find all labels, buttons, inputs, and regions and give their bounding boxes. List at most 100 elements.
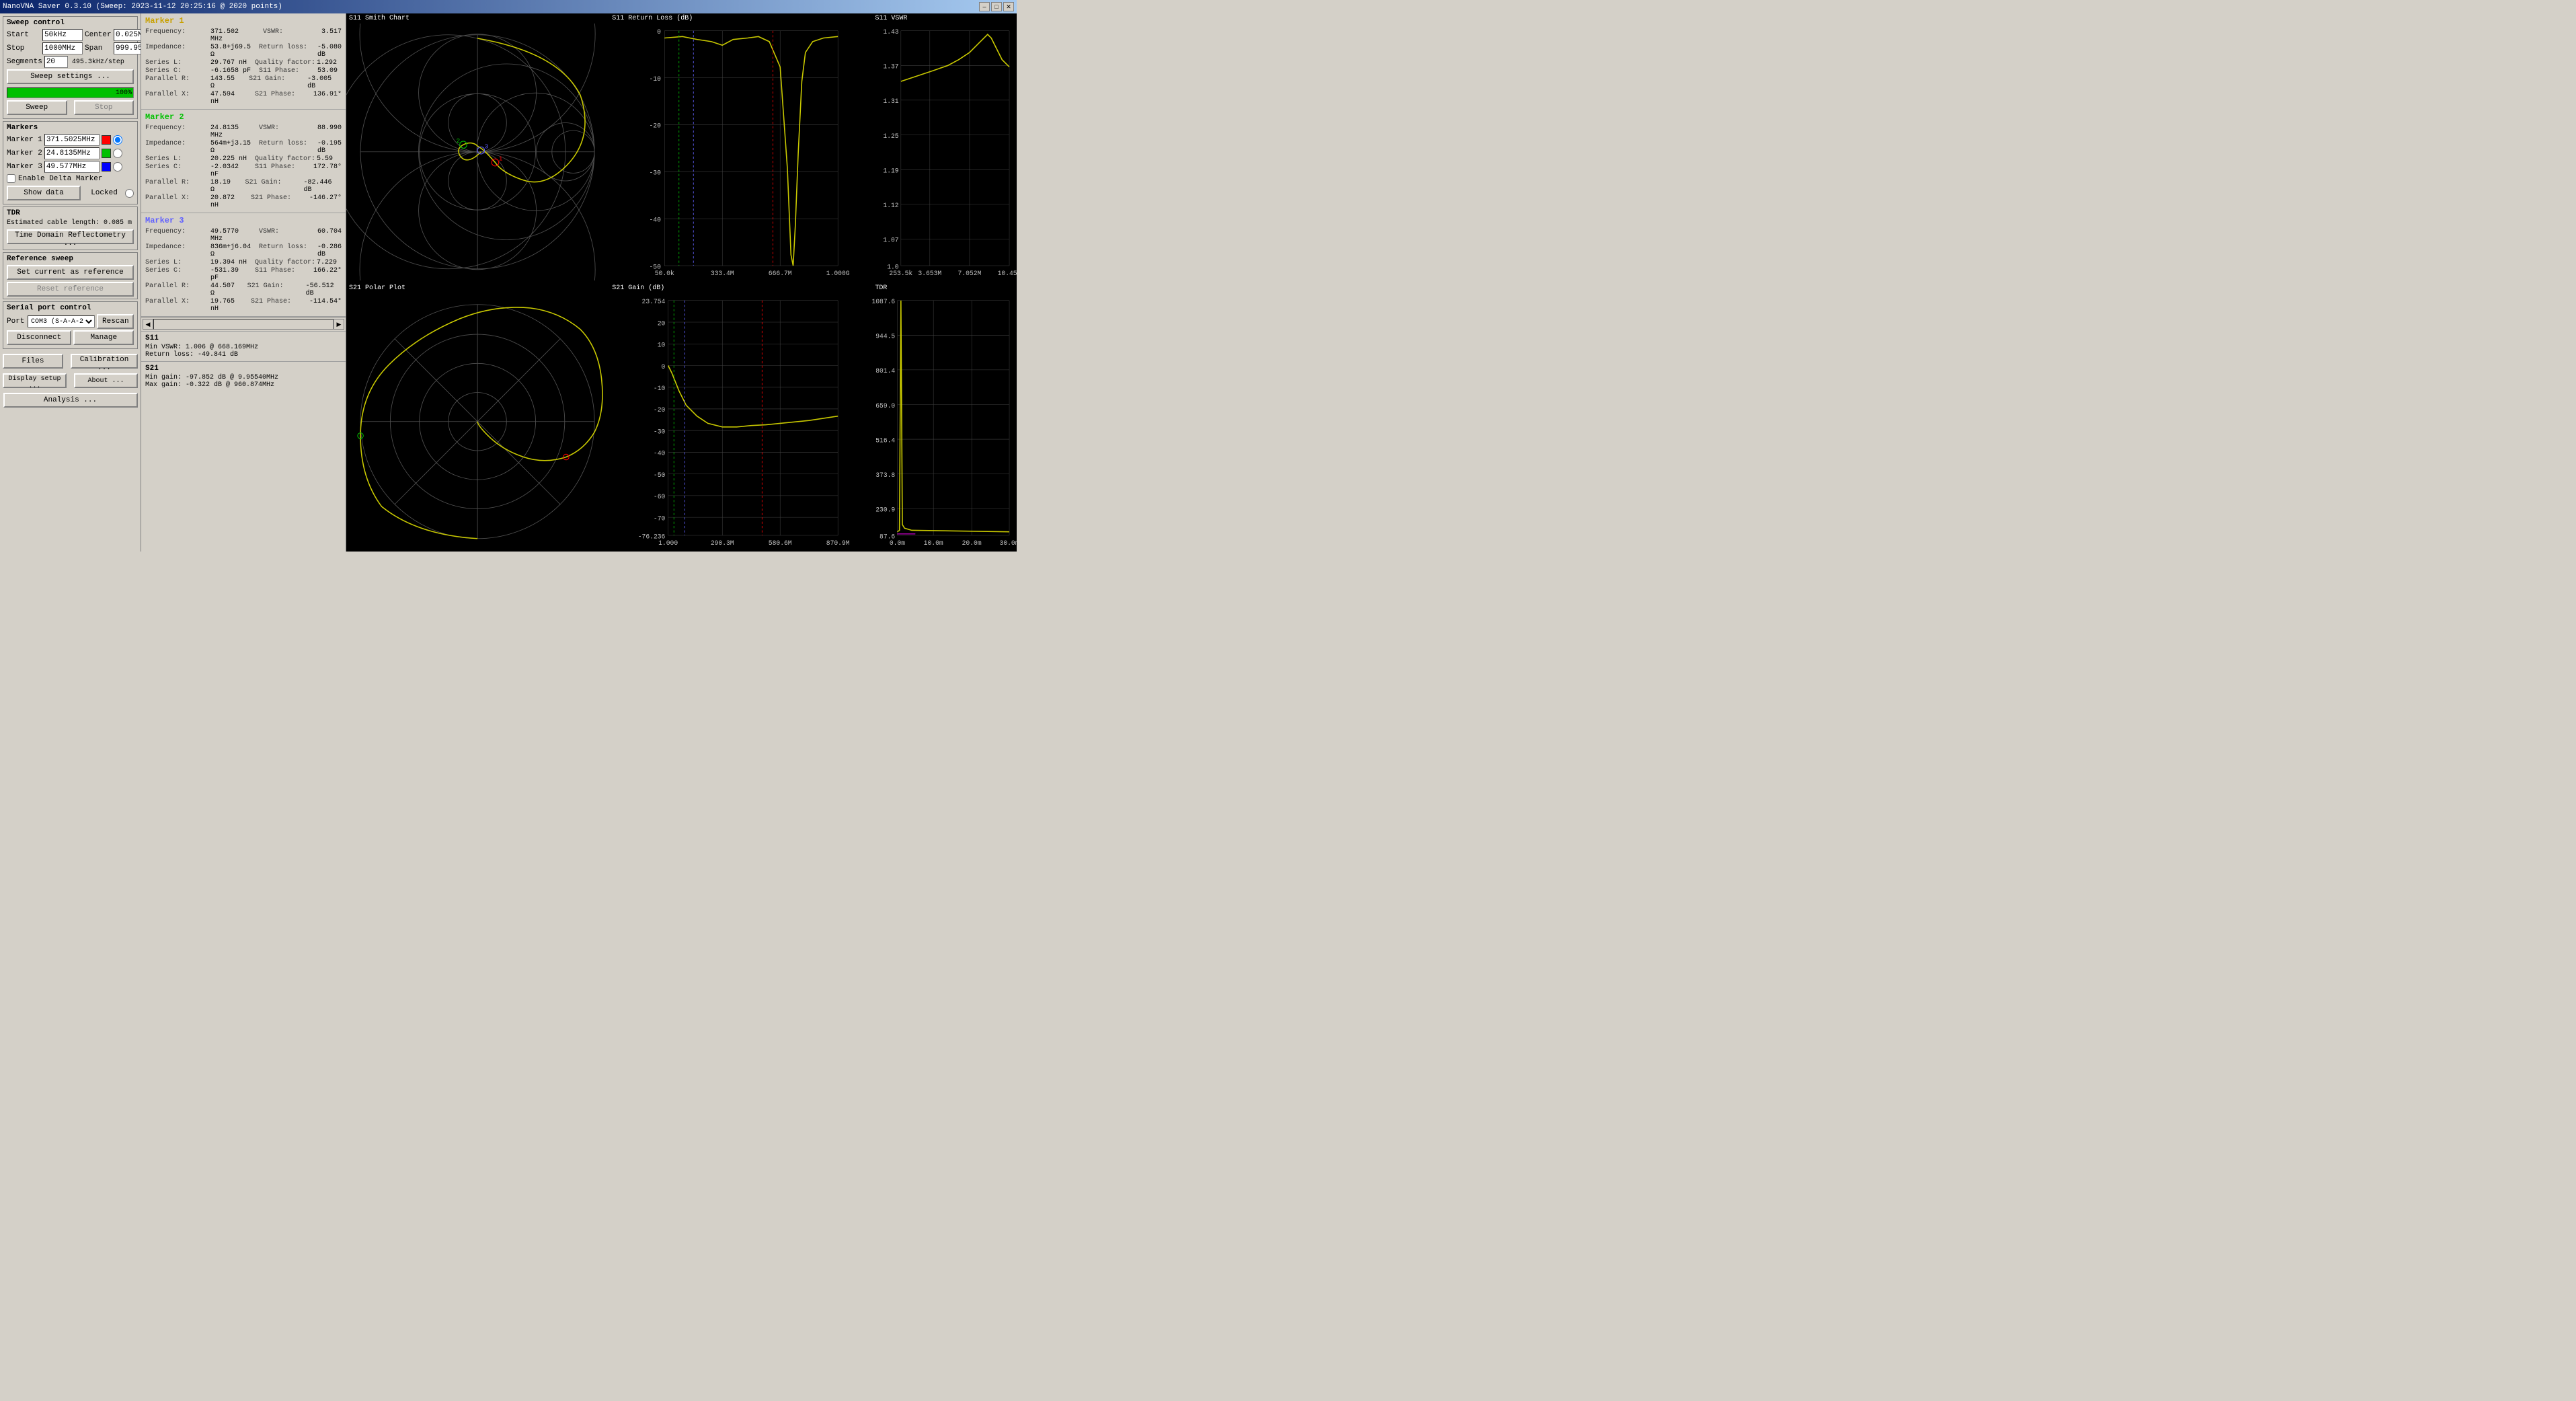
marker1-sc-row: Series C: -6.1658 pF S11 Phase: 53.09 xyxy=(145,67,342,75)
scroll-left-button[interactable]: ◀ xyxy=(143,319,153,330)
marker1-vswr-value: 3.517 xyxy=(321,28,342,43)
scroll-right-button[interactable]: ▶ xyxy=(334,319,344,330)
svg-text:1.07: 1.07 xyxy=(884,237,899,244)
tdr-button[interactable]: Time Domain Reflectometry ... xyxy=(7,229,134,244)
set-reference-button[interactable]: Set current as reference xyxy=(7,265,134,280)
segments-input[interactable] xyxy=(44,56,68,68)
sweep-control-section: Sweep control Start Center Stop Span Seg… xyxy=(3,16,138,119)
center-input[interactable] xyxy=(114,29,141,41)
svg-text:-10: -10 xyxy=(650,75,662,83)
marker1-sl-value: 29.767 nH xyxy=(210,59,247,67)
marker1-imp-label: Impedance: xyxy=(145,44,209,59)
marker1-color[interactable] xyxy=(102,135,111,145)
svg-text:0: 0 xyxy=(657,28,661,36)
marker3-row: Marker 3 xyxy=(7,161,134,173)
marker1-s21g-label: S21 Gain: xyxy=(249,75,306,90)
marker2-data-title: Marker 2 xyxy=(145,112,342,122)
serial-port-title: Serial port control xyxy=(7,304,134,312)
marker2-sl-row: Series L: 20.225 nH Quality factor: 5.59 xyxy=(145,155,342,163)
marker3-data-section: Marker 3 Frequency: 49.5770 MHz VSWR: 60… xyxy=(141,213,346,317)
marker2-sc-value: -2.0342 nF xyxy=(210,163,247,178)
rescan-button[interactable]: Rescan xyxy=(97,314,134,329)
svg-text:-60: -60 xyxy=(654,493,666,500)
reset-reference-button[interactable]: Reset reference xyxy=(7,282,134,297)
marker2-qf-value: 5.59 xyxy=(317,155,333,163)
marker1-pr-label: Parallel R: xyxy=(145,75,209,90)
tdr-chart-panel: TDR 1087.6 944.5 801.4 659 xyxy=(872,283,1017,552)
marker1-radio[interactable] xyxy=(113,135,122,145)
markers-title: Markers xyxy=(7,124,134,132)
svg-text:659.0: 659.0 xyxy=(876,402,896,409)
scrollbar-area: ◀ ▶ xyxy=(141,317,346,331)
calibration-button[interactable]: Calibration ... xyxy=(71,354,138,369)
marker2-px-row: Parallel X: 20.872 nH S21 Phase: -146.27… xyxy=(145,194,342,209)
svg-text:944.5: 944.5 xyxy=(876,332,896,340)
return-loss-title: S11 Return Loss (dB) xyxy=(609,13,871,24)
disconnect-button[interactable]: Disconnect xyxy=(7,330,71,345)
analysis-button[interactable]: Analysis ... xyxy=(3,393,138,408)
svg-text:10: 10 xyxy=(658,341,666,348)
enable-delta-checkbox[interactable] xyxy=(7,174,15,183)
marker1-s21g-value: -3.005 dB xyxy=(307,75,342,90)
maximize-button[interactable]: □ xyxy=(991,2,1002,11)
minimize-button[interactable]: – xyxy=(979,2,990,11)
marker2-freq-input[interactable] xyxy=(44,147,100,159)
s21-summary-title: S21 xyxy=(145,365,342,373)
segments-label: Segments xyxy=(7,58,42,66)
marker3-s21g-value: -56.512 dB xyxy=(306,282,342,297)
files-button[interactable]: Files xyxy=(3,354,63,369)
marker2-freq-row: Frequency: 24.8135 MHz VSWR: 88.990 xyxy=(145,124,342,139)
marker2-color[interactable] xyxy=(102,149,111,158)
svg-text:-30: -30 xyxy=(650,169,662,177)
display-setup-button[interactable]: Display setup ... xyxy=(3,373,67,388)
marker3-sl-row: Series L: 19.394 nH Quality factor: 7.22… xyxy=(145,259,342,266)
sweep-settings-button[interactable]: Sweep settings ... xyxy=(7,69,134,84)
svg-text:230.9: 230.9 xyxy=(876,506,896,513)
svg-text:20: 20 xyxy=(658,319,666,327)
svg-text:23.754: 23.754 xyxy=(642,298,666,305)
marker3-color[interactable] xyxy=(102,162,111,172)
serial-port-section: Serial port control Port COM3 (S-A-A-2) … xyxy=(3,301,138,349)
start-input[interactable] xyxy=(42,29,83,41)
marker1-pr-row: Parallel R: 143.55 Ω S21 Gain: -3.005 dB xyxy=(145,75,342,90)
locked-radio[interactable] xyxy=(125,189,134,198)
marker1-freq-input[interactable] xyxy=(44,134,100,146)
marker3-sc-row: Series C: -531.39 pF S11 Phase: 166.22° xyxy=(145,267,342,282)
marker3-label: Marker 3 xyxy=(7,163,42,171)
marker1-imp-row: Impedance: 53.8+j69.5 Ω Return loss: -5.… xyxy=(145,44,342,59)
svg-text:10.0m: 10.0m xyxy=(924,539,943,546)
sweep-button[interactable]: Sweep xyxy=(7,100,67,115)
svg-text:-70: -70 xyxy=(654,515,666,522)
stop-button[interactable]: Stop xyxy=(74,100,134,115)
marker2-pr-row: Parallel R: 18.19 Ω S21 Gain: -82.446 dB xyxy=(145,179,342,194)
stop-label: Stop xyxy=(7,44,40,52)
stop-input[interactable] xyxy=(42,42,83,54)
port-select[interactable]: COM3 (S-A-A-2) xyxy=(28,315,95,328)
close-button[interactable]: ✕ xyxy=(1003,2,1014,11)
marker3-freq-input[interactable] xyxy=(44,161,100,173)
marker2-imp-row: Impedance: 564m+j3.15 Ω Return loss: -0.… xyxy=(145,140,342,155)
about-button[interactable]: About ... xyxy=(74,373,138,388)
return-loss-svg: 0 -10 -20 -30 -40 -50 50.0k 333.4M 666.7… xyxy=(609,24,871,280)
port-row: Port COM3 (S-A-A-2) Rescan xyxy=(7,314,134,329)
markers-section: Markers Marker 1 Marker 2 Marker 3 xyxy=(3,121,138,204)
show-data-button[interactable]: Show data xyxy=(7,186,81,200)
marker2-radio[interactable] xyxy=(113,149,122,158)
port-label: Port xyxy=(7,317,26,326)
span-input[interactable] xyxy=(114,42,141,54)
marker3-imp-row: Impedance: 836m+j6.04 Ω Return loss: -0.… xyxy=(145,243,342,258)
manage-button[interactable]: Manage xyxy=(73,330,134,345)
locked-label: Locked xyxy=(91,189,118,197)
svg-text:20.0m: 20.0m xyxy=(962,539,982,546)
polar-plot-title: S21 Polar Plot xyxy=(346,283,609,293)
marker1-freq-label: Frequency: xyxy=(145,28,209,43)
marker1-sc-label: Series C: xyxy=(145,67,209,75)
horizontal-scrollbar[interactable] xyxy=(153,319,334,330)
svg-text:-20: -20 xyxy=(650,122,662,130)
smith-chart-svg: 1 2 3 xyxy=(346,24,609,280)
marker3-qf-value: 7.229 xyxy=(317,259,337,266)
svg-text:2: 2 xyxy=(456,137,460,145)
tdr-title: TDR xyxy=(7,209,134,217)
bottom-buttons-row2: Display setup ... About ... xyxy=(3,373,138,388)
marker3-radio[interactable] xyxy=(113,162,122,172)
